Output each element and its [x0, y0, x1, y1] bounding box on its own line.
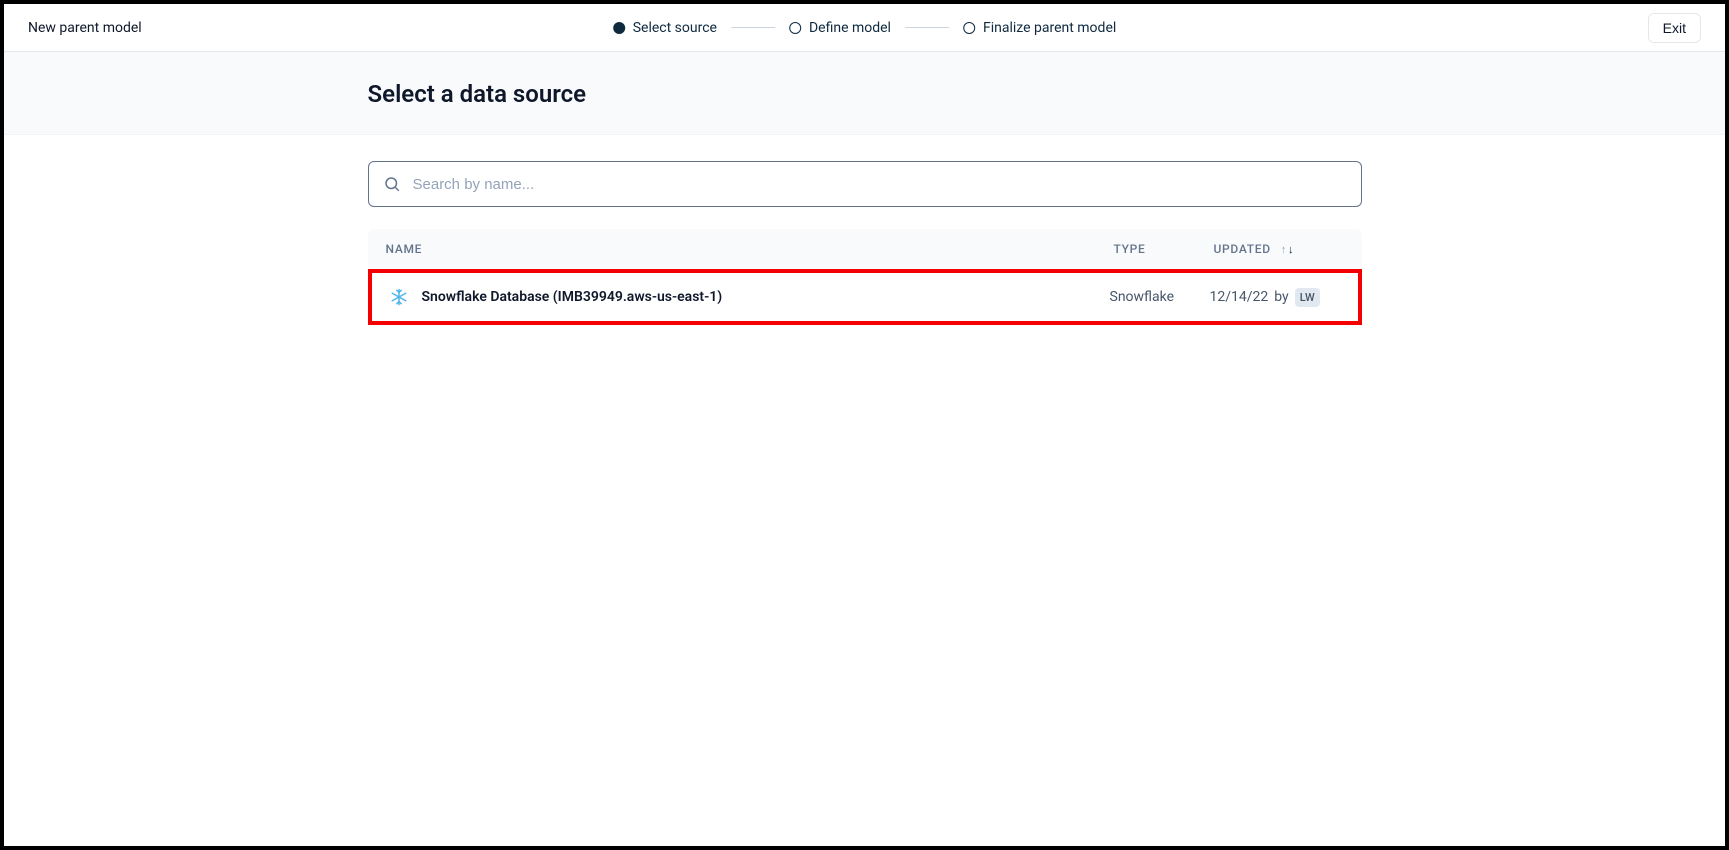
row-updated-date: 12/14/22 — [1210, 289, 1269, 305]
table-header: NAME TYPE UPDATED ↑↓ — [368, 229, 1362, 269]
avatar: LW — [1295, 288, 1320, 307]
search-box[interactable] — [368, 161, 1362, 207]
step-label: Select source — [633, 20, 717, 36]
row-name: Snowflake Database (IMB39949.aws-us-east… — [422, 289, 723, 305]
search-icon — [383, 175, 401, 193]
step-connector — [905, 27, 949, 28]
sort-icon: ↑↓ — [1281, 243, 1294, 256]
column-header-updated-label: UPDATED — [1214, 242, 1271, 256]
row-type: Snowflake — [1110, 289, 1210, 305]
column-header-type[interactable]: TYPE — [1114, 242, 1214, 256]
row-updated: 12/14/22 by LW — [1210, 288, 1340, 307]
step-label: Finalize parent model — [983, 20, 1116, 36]
topbar: New parent model Select source Define mo… — [4, 4, 1725, 52]
column-header-updated[interactable]: UPDATED ↑↓ — [1214, 242, 1344, 256]
step-connector — [731, 27, 775, 28]
row-name-cell: Snowflake Database (IMB39949.aws-us-east… — [390, 288, 1110, 306]
stepper: Select source Define model Finalize pare… — [613, 20, 1117, 36]
exit-button[interactable]: Exit — [1648, 13, 1701, 43]
step-indicator-filled-icon — [613, 22, 625, 34]
main-content: NAME TYPE UPDATED ↑↓ Snowflake Database … — [368, 135, 1362, 325]
table-row[interactable]: Snowflake Database (IMB39949.aws-us-east… — [368, 269, 1362, 325]
subheader: Select a data source — [4, 52, 1725, 135]
step-indicator-empty-icon — [789, 22, 801, 34]
column-header-name[interactable]: NAME — [386, 242, 1114, 256]
row-updated-by-word: by — [1274, 289, 1288, 305]
step-label: Define model — [809, 20, 891, 36]
snowflake-icon — [390, 288, 408, 306]
data-source-table: NAME TYPE UPDATED ↑↓ Snowflake Database … — [368, 229, 1362, 325]
step-define-model[interactable]: Define model — [789, 20, 891, 36]
search-input[interactable] — [413, 176, 1347, 193]
page-title: Select a data source — [368, 80, 1362, 108]
step-select-source[interactable]: Select source — [613, 20, 717, 36]
step-indicator-empty-icon — [963, 22, 975, 34]
page-context-title: New parent model — [28, 20, 142, 36]
step-finalize-parent-model[interactable]: Finalize parent model — [963, 20, 1116, 36]
